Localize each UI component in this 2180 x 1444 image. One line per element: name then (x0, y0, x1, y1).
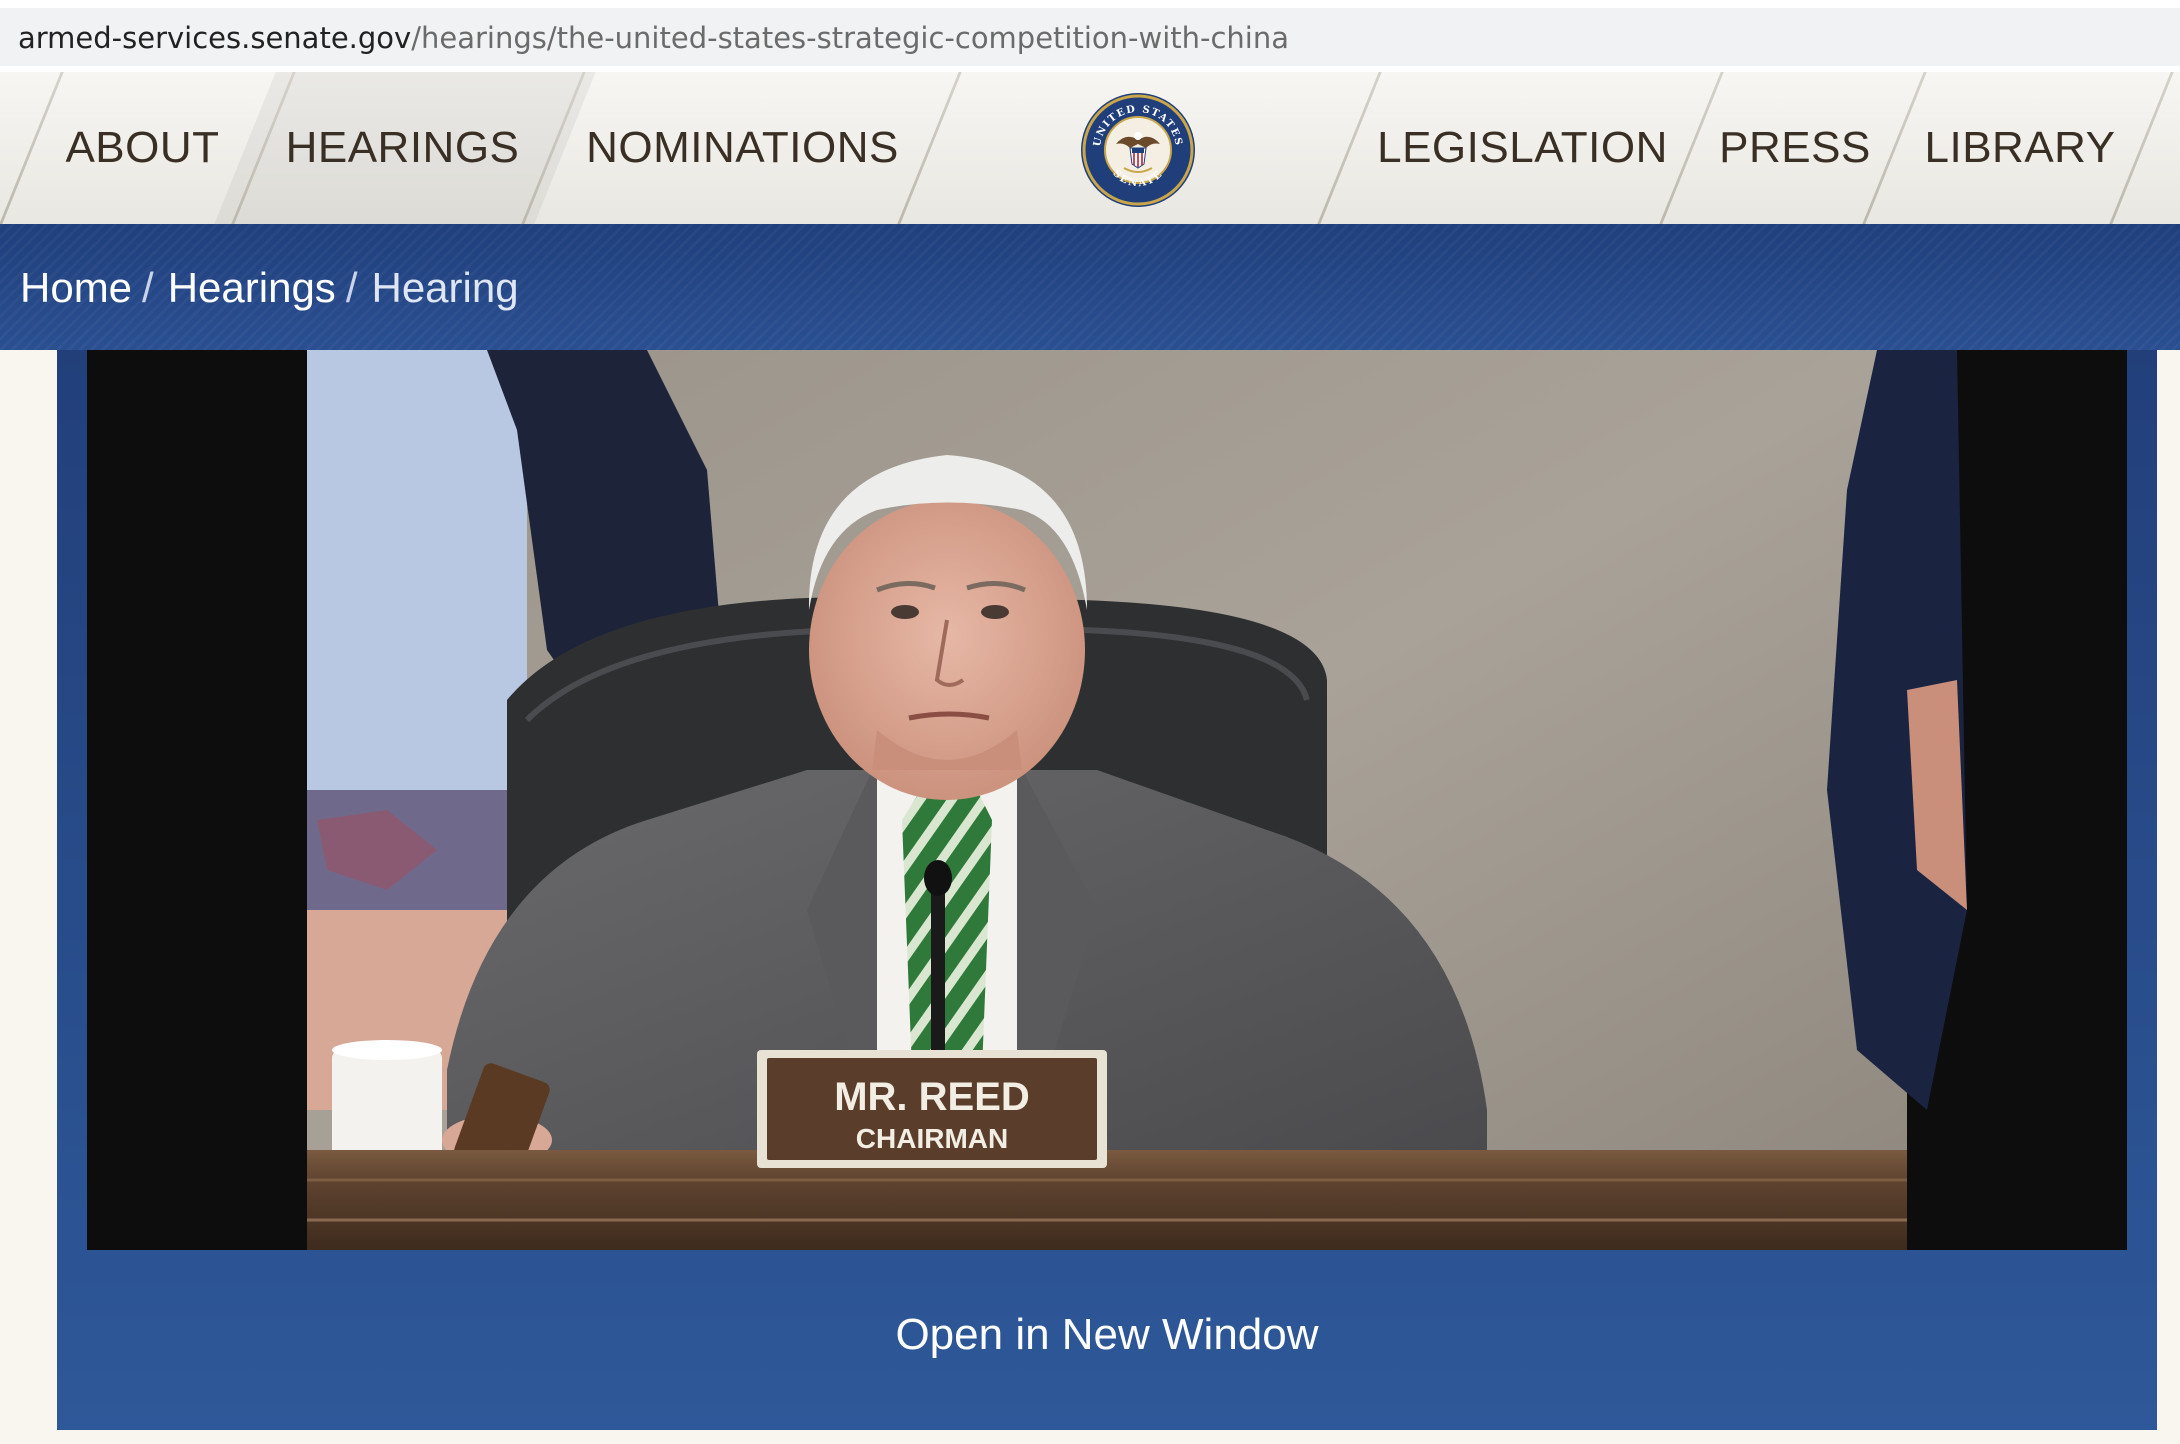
breadcrumb-separator: / (142, 264, 154, 311)
breadcrumb-current: Hearing (371, 264, 519, 311)
nameplate-name: MR. REED (834, 1075, 1030, 1119)
nav-item-nominations[interactable]: NOMINATIONS (570, 72, 915, 224)
video-frame-image: MR. REED CHAIRMAN (87, 350, 2127, 1250)
url-domain: armed-services.senate.gov (18, 21, 412, 55)
breadcrumb-bar: Home / Hearings / Hearing (0, 224, 2180, 350)
nav-item-hearings[interactable]: HEARINGS (280, 72, 525, 224)
nav-item-about[interactable]: ABOUT (40, 72, 245, 224)
nameplate-title: CHAIRMAN (856, 1123, 1008, 1154)
nav-item-label: HEARINGS (285, 123, 520, 172)
nameplate: MR. REED CHAIRMAN (757, 1050, 1107, 1168)
breadcrumb-home-link[interactable]: Home (20, 264, 132, 311)
url-text[interactable]: armed-services.senate.gov/hearings/the-u… (18, 21, 1289, 55)
nav-item-label: LEGISLATION (1377, 123, 1668, 172)
address-bar-field[interactable]: armed-services.senate.gov/hearings/the-u… (0, 8, 2180, 66)
nav-item-label: NOMINATIONS (586, 123, 899, 172)
nav-item-legislation[interactable]: LEGISLATION (1370, 72, 1675, 224)
nav-item-label: LIBRARY (1924, 123, 2116, 172)
open-in-new-window-link[interactable]: Open in New Window (57, 1310, 2157, 1360)
breadcrumb-hearings-link[interactable]: Hearings (168, 264, 336, 311)
video-panel: MR. REED CHAIRMAN Open in New Window (57, 350, 2157, 1430)
nav-item-label: ABOUT (65, 123, 220, 172)
senate-seal-logo[interactable]: UNITED STATES SENATE (1080, 92, 1196, 208)
hearing-video-player[interactable]: MR. REED CHAIRMAN (87, 350, 2127, 1250)
nav-item-press[interactable]: PRESS (1700, 72, 1890, 224)
breadcrumb: Home / Hearings / Hearing (20, 264, 519, 312)
breadcrumb-separator: / (345, 264, 358, 311)
video-scene (307, 350, 1967, 1250)
nav-item-label: PRESS (1719, 123, 1871, 172)
url-path: /hearings/the-united-states-strategic-co… (411, 21, 1290, 55)
nav-item-library[interactable]: LIBRARY (1905, 72, 2135, 224)
address-bar[interactable]: armed-services.senate.gov/hearings/the-u… (0, 0, 2180, 74)
senate-seal-icon: UNITED STATES SENATE (1081, 93, 1195, 207)
main-nav: ABOUT HEARINGS NOMINATIONS LEGISLATION P… (0, 72, 2180, 226)
